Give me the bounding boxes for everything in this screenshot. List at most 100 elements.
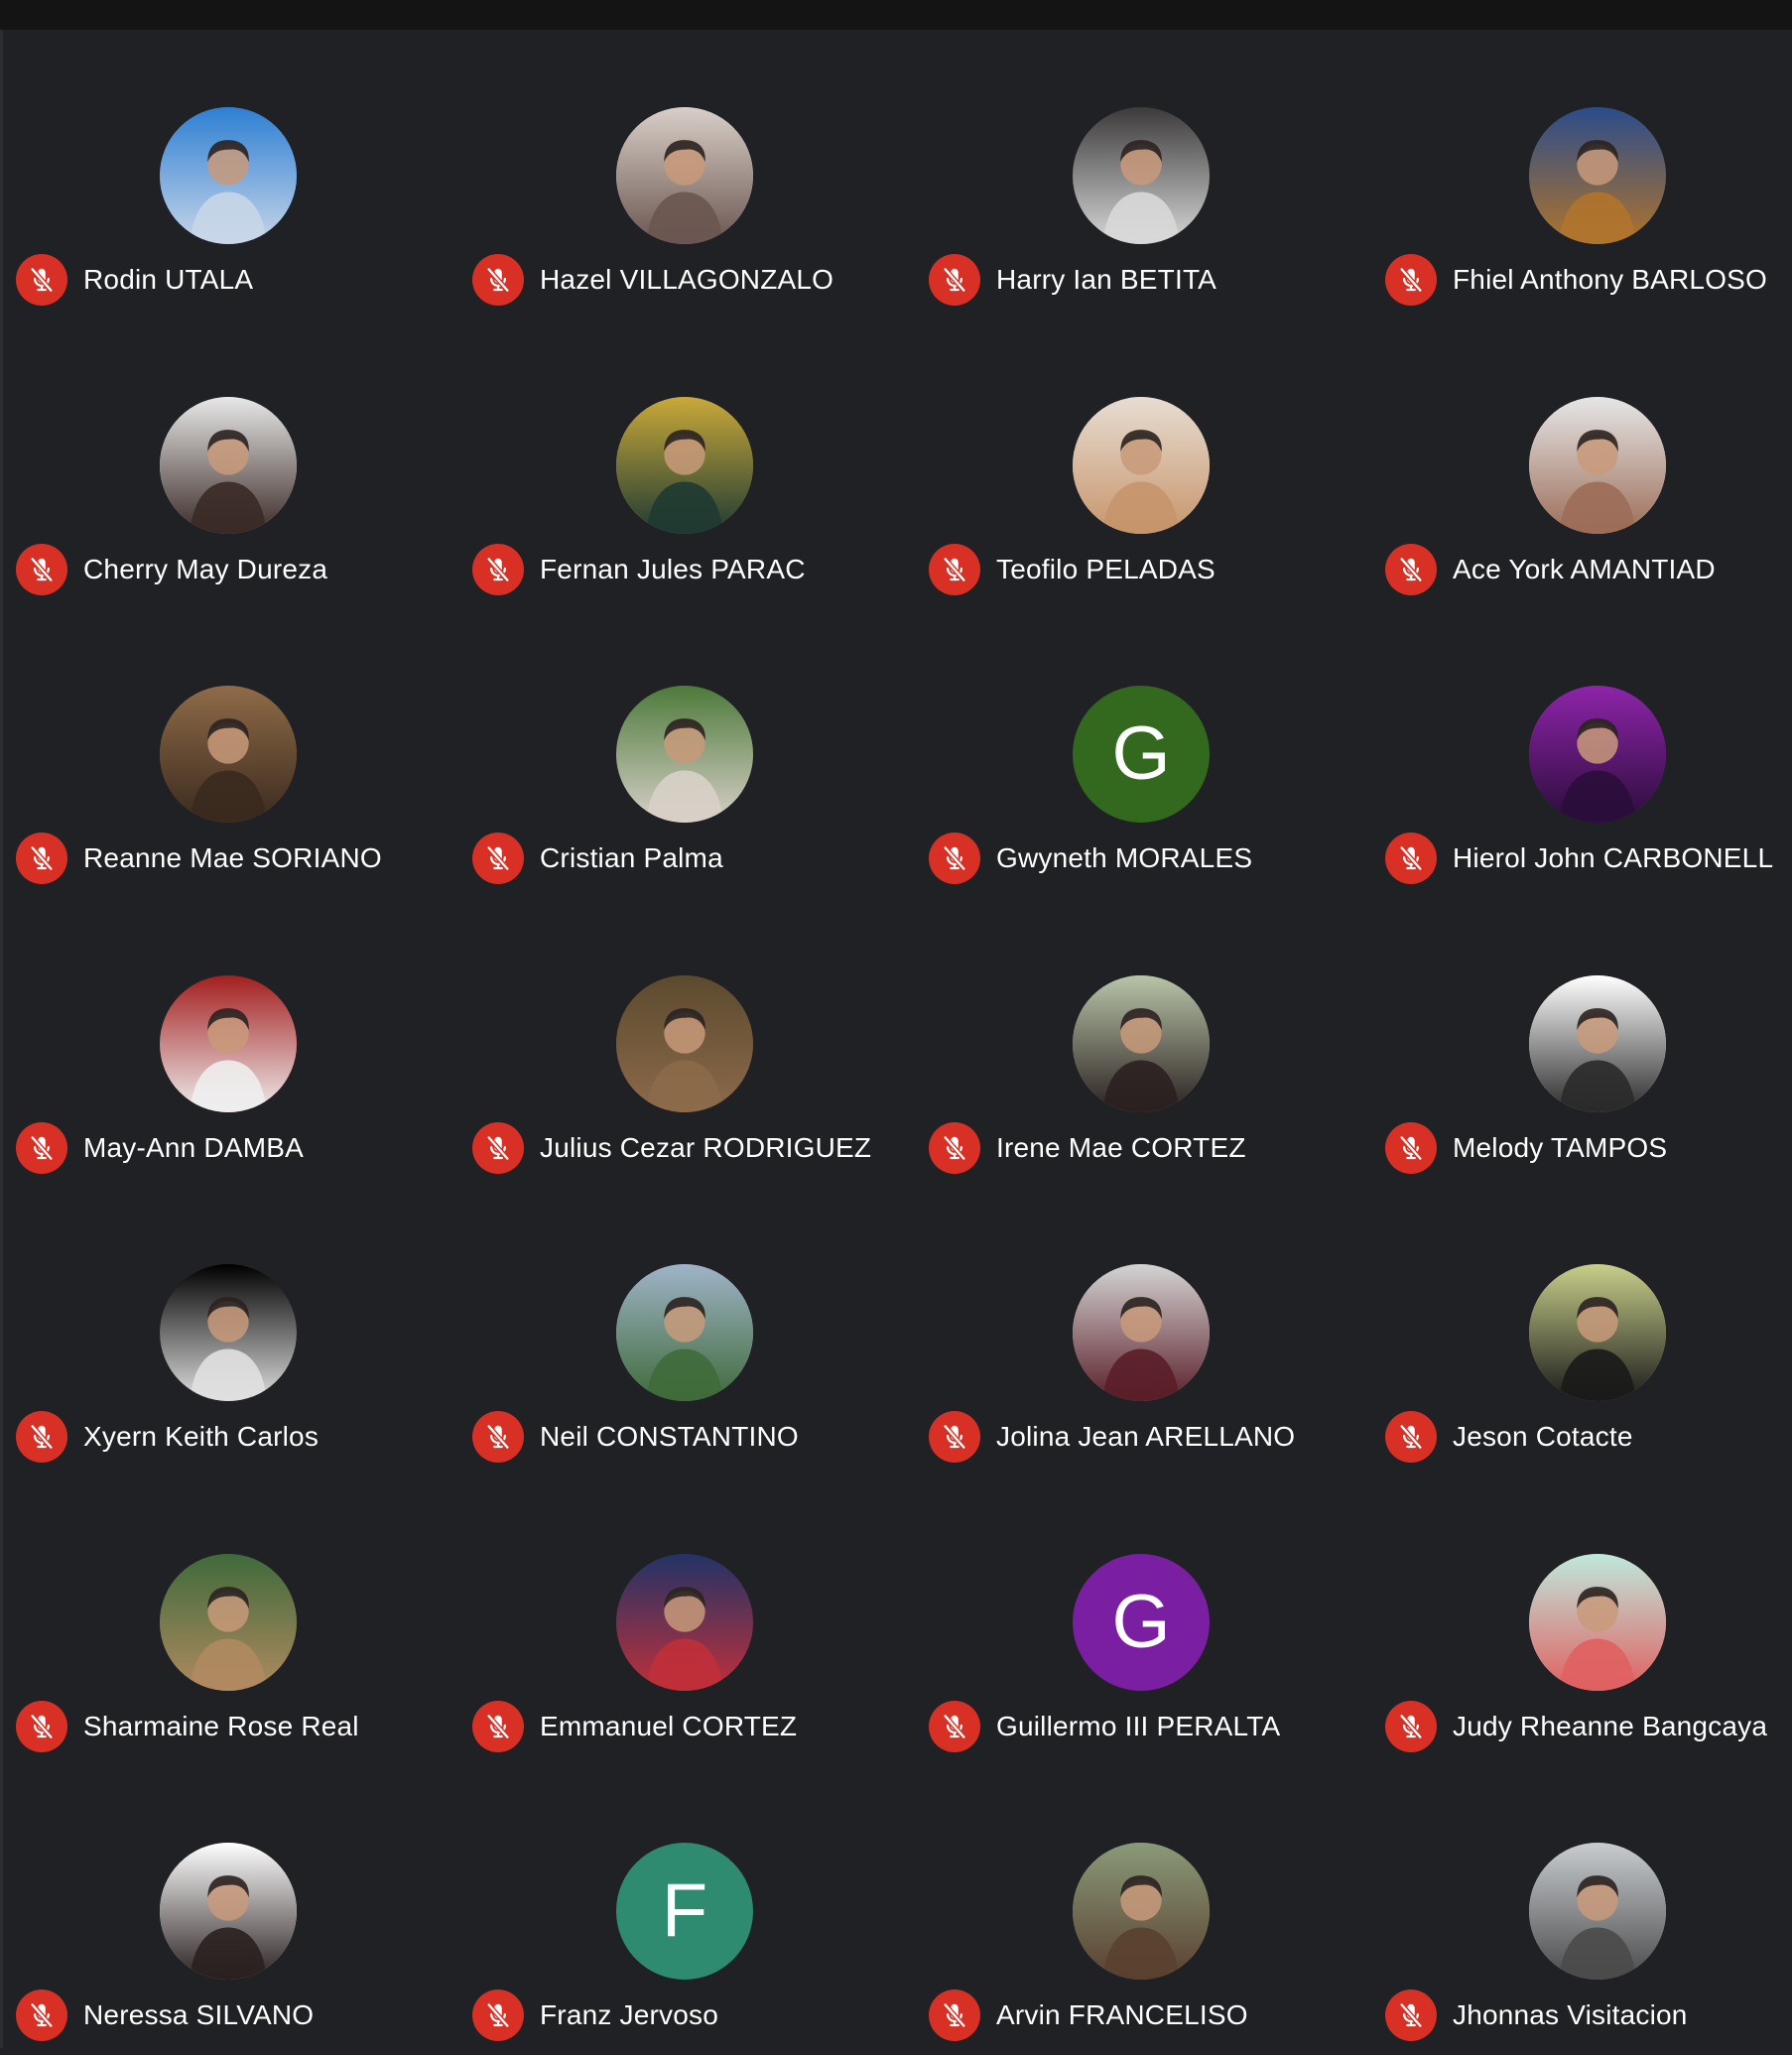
mic-off-icon [1399, 1134, 1423, 1161]
participant-tile[interactable]: Xyern Keith Carlos [0, 1187, 456, 1477]
muted-badge [472, 1990, 524, 2041]
participant-tile[interactable]: Sharmaine Rose Real [0, 1477, 456, 1766]
mic-off-icon [1399, 266, 1423, 294]
participant-name-row: Xyern Keith Carlos [16, 1411, 319, 1463]
participant-tile[interactable]: Reanne Mae SORIANO [0, 608, 456, 898]
participant-avatar [1529, 1553, 1666, 1691]
participant-tile[interactable]: Neressa SILVANO [0, 1765, 456, 2055]
participant-name: Cristian Palma [540, 842, 723, 873]
participant-avatar [1529, 396, 1666, 534]
participant-name-row: Jeson Cotacte [1385, 1411, 1633, 1463]
participant-avatar [1529, 686, 1666, 823]
participant-tile[interactable]: Harry Ian BETITA [913, 30, 1369, 320]
participant-tile[interactable]: Melody TAMPOS [1369, 898, 1792, 1188]
participant-tile[interactable]: May-Ann DAMBA [0, 898, 456, 1188]
participant-name-row: Cristian Palma [472, 833, 723, 884]
participant-tile[interactable]: Jolina Jean ARELLANO [913, 1187, 1369, 1477]
participant-tile[interactable]: Fernan Jules PARAC [456, 320, 913, 609]
participant-avatar [160, 1843, 297, 1980]
participant-name: Hierol John CARBONELL [1453, 842, 1774, 873]
mic-off-icon [1399, 556, 1423, 582]
mic-off-icon [943, 556, 966, 582]
participant-avatar [1073, 396, 1210, 534]
participant-name: Sharmaine Rose Real [83, 1710, 359, 1741]
participant-avatar [160, 686, 297, 823]
participant-name-row: Cherry May Dureza [16, 543, 327, 595]
mic-off-icon [943, 2001, 966, 2029]
mic-off-icon [30, 844, 54, 872]
participant-tile[interactable]: Julius Cezar RODRIGUEZ [456, 898, 913, 1188]
participant-tile[interactable]: Hazel VILLAGONZALO [456, 30, 913, 320]
participant-tile[interactable]: Hierol John CARBONELL [1369, 608, 1792, 898]
muted-badge [16, 833, 67, 884]
participant-name: Jhonnas Visitacion [1453, 1999, 1688, 2030]
participant-tile[interactable]: Jhonnas Visitacion [1369, 1765, 1792, 2055]
muted-badge [929, 1121, 980, 1174]
participant-grid: Rodin UTALA Hazel VILLAGONZALO Harry Ian B… [0, 30, 1792, 2055]
participant-avatar [160, 1264, 297, 1401]
mic-off-icon [30, 556, 54, 582]
muted-badge [16, 254, 67, 306]
muted-badge [1385, 833, 1437, 884]
participant-name-row: Hierol John CARBONELL [1385, 833, 1773, 884]
participant-tile[interactable]: F Franz Jervoso [456, 1765, 913, 2055]
participant-tile[interactable]: G Guillermo III PERALTA [913, 1477, 1369, 1766]
participant-tile[interactable]: Irene Mae CORTEZ [913, 898, 1369, 1188]
participant-name: Xyern Keith Carlos [83, 1421, 320, 1452]
participant-name-row: Melody TAMPOS [1385, 1121, 1668, 1174]
participant-tile[interactable]: Cristian Palma [456, 608, 913, 898]
participant-name: Fernan Jules PARAC [540, 553, 806, 584]
participant-name-row: Gwyneth MORALES [929, 833, 1252, 884]
participant-name: Melody TAMPOS [1453, 1131, 1668, 1163]
participant-tile[interactable]: Rodin UTALA [0, 30, 456, 320]
mic-off-icon [486, 1423, 510, 1451]
participant-avatar: G [1073, 686, 1210, 823]
mic-off-icon [1399, 844, 1423, 872]
participant-name-row: Emmanuel CORTEZ [472, 1700, 797, 1752]
muted-badge [929, 1411, 980, 1463]
participant-name-row: Julius Cezar RODRIGUEZ [472, 1121, 872, 1174]
participant-name: May-Ann DAMBA [83, 1131, 304, 1163]
participant-tile[interactable]: Ace York AMANTIAD [1369, 320, 1792, 609]
participant-avatar [1529, 107, 1666, 244]
participant-avatar [1073, 107, 1210, 244]
muted-badge [1385, 543, 1437, 595]
participant-name: Neil CONSTANTINO [540, 1421, 799, 1452]
participant-avatar [160, 1553, 297, 1691]
participant-name: Fhiel Anthony BARLOSO [1453, 264, 1768, 295]
participant-name: Julius Cezar RODRIGUEZ [540, 1131, 872, 1163]
participant-name: Neressa SILVANO [83, 1999, 315, 2030]
mic-off-icon [486, 844, 510, 872]
participant-tile[interactable]: Arvin FRANCELISO [913, 1765, 1369, 2055]
participant-tile[interactable]: Teofilo PELADAS [913, 320, 1369, 609]
participant-name: Ace York AMANTIAD [1453, 553, 1716, 584]
participant-name: Hazel VILLAGONZALO [540, 264, 834, 295]
participant-tile[interactable]: G Gwyneth MORALES [913, 608, 1369, 898]
muted-badge [1385, 1700, 1437, 1752]
participant-tile[interactable]: Jeson Cotacte [1369, 1187, 1792, 1477]
participant-tile[interactable]: Cherry May Dureza [0, 320, 456, 609]
muted-badge [472, 1121, 524, 1174]
participant-tile[interactable]: Judy Rheanne Bangcaya [1369, 1477, 1792, 1766]
participant-avatar [1073, 1264, 1210, 1401]
participant-name-row: Ace York AMANTIAD [1385, 543, 1716, 595]
participant-avatar [616, 1553, 753, 1691]
participant-name: Teofilo PELADAS [996, 553, 1216, 584]
muted-badge [1385, 1990, 1437, 2041]
participant-tile[interactable]: Neil CONSTANTINO [456, 1187, 913, 1477]
participant-avatar [1529, 974, 1666, 1112]
participant-name-row: Rodin UTALA [16, 254, 253, 306]
participant-tile[interactable]: Fhiel Anthony BARLOSO [1369, 30, 1792, 320]
participant-name: Irene Mae CORTEZ [996, 1131, 1246, 1163]
participant-name: Rodin UTALA [83, 264, 254, 295]
participant-avatar [1073, 1843, 1210, 1980]
participant-name-row: Neil CONSTANTINO [472, 1411, 799, 1463]
mic-off-icon [943, 1134, 966, 1161]
participant-name-row: May-Ann DAMBA [16, 1121, 304, 1174]
mic-off-icon [30, 266, 54, 294]
participant-name: Jeson Cotacte [1453, 1421, 1633, 1452]
participant-name: Judy Rheanne Bangcaya [1453, 1710, 1768, 1741]
muted-badge [16, 543, 67, 595]
participant-tile[interactable]: Emmanuel CORTEZ [456, 1477, 913, 1766]
participant-name-row: Jolina Jean ARELLANO [929, 1411, 1295, 1463]
